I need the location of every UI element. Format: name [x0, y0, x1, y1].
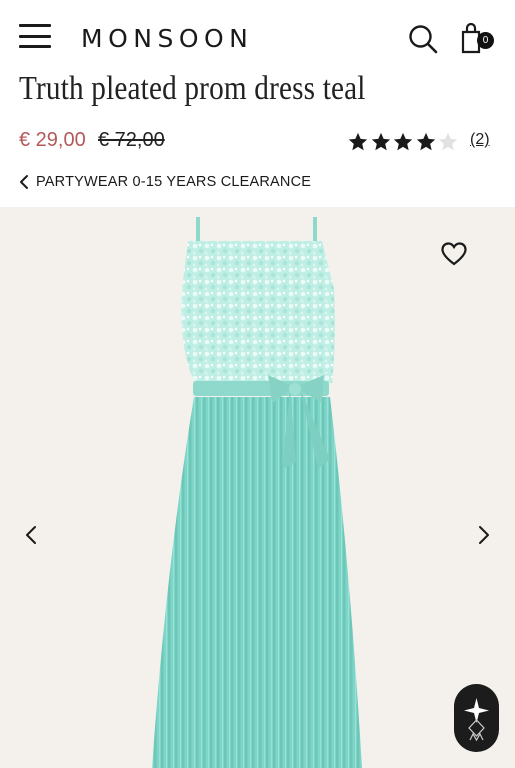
bag-count-badge: 0 [477, 32, 494, 49]
product-title: Truth pleated prom dress teal [19, 70, 366, 107]
review-count-link[interactable]: (2) [470, 131, 490, 149]
chevron-right-icon[interactable] [473, 524, 493, 546]
breadcrumb-label: PARTYWEAR 0-15 YEARS CLEARANCE [36, 174, 312, 190]
product-image-gallery[interactable] [0, 207, 515, 768]
search-icon[interactable] [408, 24, 438, 54]
star-rating[interactable] [347, 130, 460, 154]
hamburger-menu-icon[interactable] [19, 24, 51, 48]
chevron-left-icon[interactable] [22, 524, 42, 546]
chevron-left-icon [20, 175, 28, 189]
original-price: € 72,00 [98, 129, 165, 151]
brand-logo[interactable]: MONSOON [81, 24, 253, 54]
assistant-chat-button[interactable] [454, 684, 499, 752]
heart-icon[interactable] [440, 240, 468, 268]
star-filled-icon [416, 132, 435, 151]
sale-price: € 29,00 [19, 129, 86, 151]
star-filled-icon [348, 132, 368, 151]
product-image [152, 217, 362, 768]
star-filled-icon [393, 132, 413, 151]
star-empty-icon [438, 132, 458, 151]
star-filled-icon [371, 132, 390, 151]
assistant-icon [464, 698, 489, 742]
site-header: MONSOON 0 [0, 0, 515, 75]
breadcrumb-back-link[interactable]: PARTYWEAR 0-15 YEARS CLEARANCE [19, 172, 311, 192]
